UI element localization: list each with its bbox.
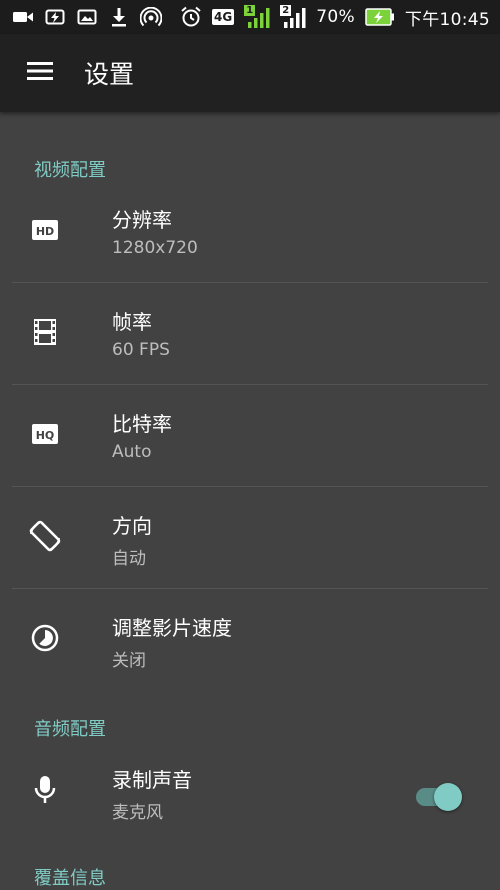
pref-frame-rate[interactable]: 帧率 60 FPS bbox=[0, 284, 500, 384]
toggle-thumb bbox=[434, 783, 462, 811]
hq-icon: HQ bbox=[27, 416, 63, 452]
pref-bitrate[interactable]: HQ 比特率 Auto bbox=[0, 386, 500, 486]
pref-summary: 自动 bbox=[112, 549, 146, 569]
film-icon bbox=[27, 314, 63, 350]
battery-saver-icon bbox=[44, 6, 66, 28]
pref-summary: 关闭 bbox=[112, 651, 146, 671]
network-type-label: 4G bbox=[212, 9, 235, 25]
pref-record-audio[interactable]: 录制声音 麦克风 bbox=[0, 742, 500, 842]
svg-text:HQ: HQ bbox=[36, 429, 55, 442]
divider bbox=[12, 486, 488, 487]
pref-title: 录制声音 bbox=[112, 768, 192, 792]
divider bbox=[12, 282, 488, 283]
video-camera-icon bbox=[12, 6, 34, 28]
screen-rotation-icon bbox=[27, 518, 63, 554]
status-bar-right-icons: 4G 1 2 70% 下午10:45 bbox=[180, 5, 490, 30]
divider bbox=[12, 384, 488, 385]
settings-list[interactable]: 视频配置 HD 分辨率 1280x720 帧率 60 FPS HQ 比特率 Au… bbox=[0, 112, 500, 889]
menu-icon bbox=[27, 61, 53, 85]
pref-video-speed[interactable]: 调整影片速度 关闭 bbox=[0, 590, 500, 690]
divider bbox=[12, 588, 488, 589]
status-bar-left-icons bbox=[12, 6, 162, 28]
page-title: 设置 bbox=[84, 60, 135, 89]
status-bar: 4G 1 2 70% 下午10:45 bbox=[0, 0, 500, 34]
menu-button[interactable] bbox=[0, 34, 80, 112]
hd-icon: HD bbox=[27, 212, 63, 248]
pref-title: 方向 bbox=[112, 514, 152, 538]
clock: 下午10:45 bbox=[404, 9, 490, 30]
record-audio-toggle[interactable] bbox=[414, 782, 464, 812]
app-bar: 设置 bbox=[0, 34, 500, 112]
pref-title: 分辨率 bbox=[112, 208, 172, 232]
pref-title: 调整影片速度 bbox=[112, 616, 232, 640]
svg-text:HD: HD bbox=[36, 225, 54, 238]
microphone-icon bbox=[27, 772, 63, 808]
pref-summary: 麦克风 bbox=[112, 803, 163, 823]
battery-percent: 70% bbox=[316, 7, 355, 27]
alarm-icon bbox=[180, 6, 202, 28]
battery-charging-icon bbox=[365, 6, 395, 28]
pref-title: 比特率 bbox=[112, 412, 172, 436]
network-4g-icon: 4G bbox=[212, 9, 235, 25]
hotspot-icon bbox=[140, 6, 162, 28]
pref-title: 帧率 bbox=[112, 310, 152, 334]
pref-summary: Auto bbox=[112, 442, 152, 462]
section-header-overlay: 覆盖信息 bbox=[34, 868, 106, 889]
pref-resolution[interactable]: HD 分辨率 1280x720 bbox=[0, 182, 500, 282]
pref-summary: 60 FPS bbox=[112, 340, 170, 360]
pref-orientation[interactable]: 方向 自动 bbox=[0, 488, 500, 588]
image-icon bbox=[76, 6, 98, 28]
section-header-video: 视频配置 bbox=[34, 160, 106, 181]
timelapse-icon bbox=[27, 620, 63, 656]
download-icon bbox=[108, 6, 130, 28]
signal-sim1-icon: 1 bbox=[244, 5, 270, 29]
signal-sim2-icon: 2 bbox=[280, 5, 306, 29]
section-header-audio: 音频配置 bbox=[34, 719, 106, 740]
pref-summary: 1280x720 bbox=[112, 238, 198, 258]
